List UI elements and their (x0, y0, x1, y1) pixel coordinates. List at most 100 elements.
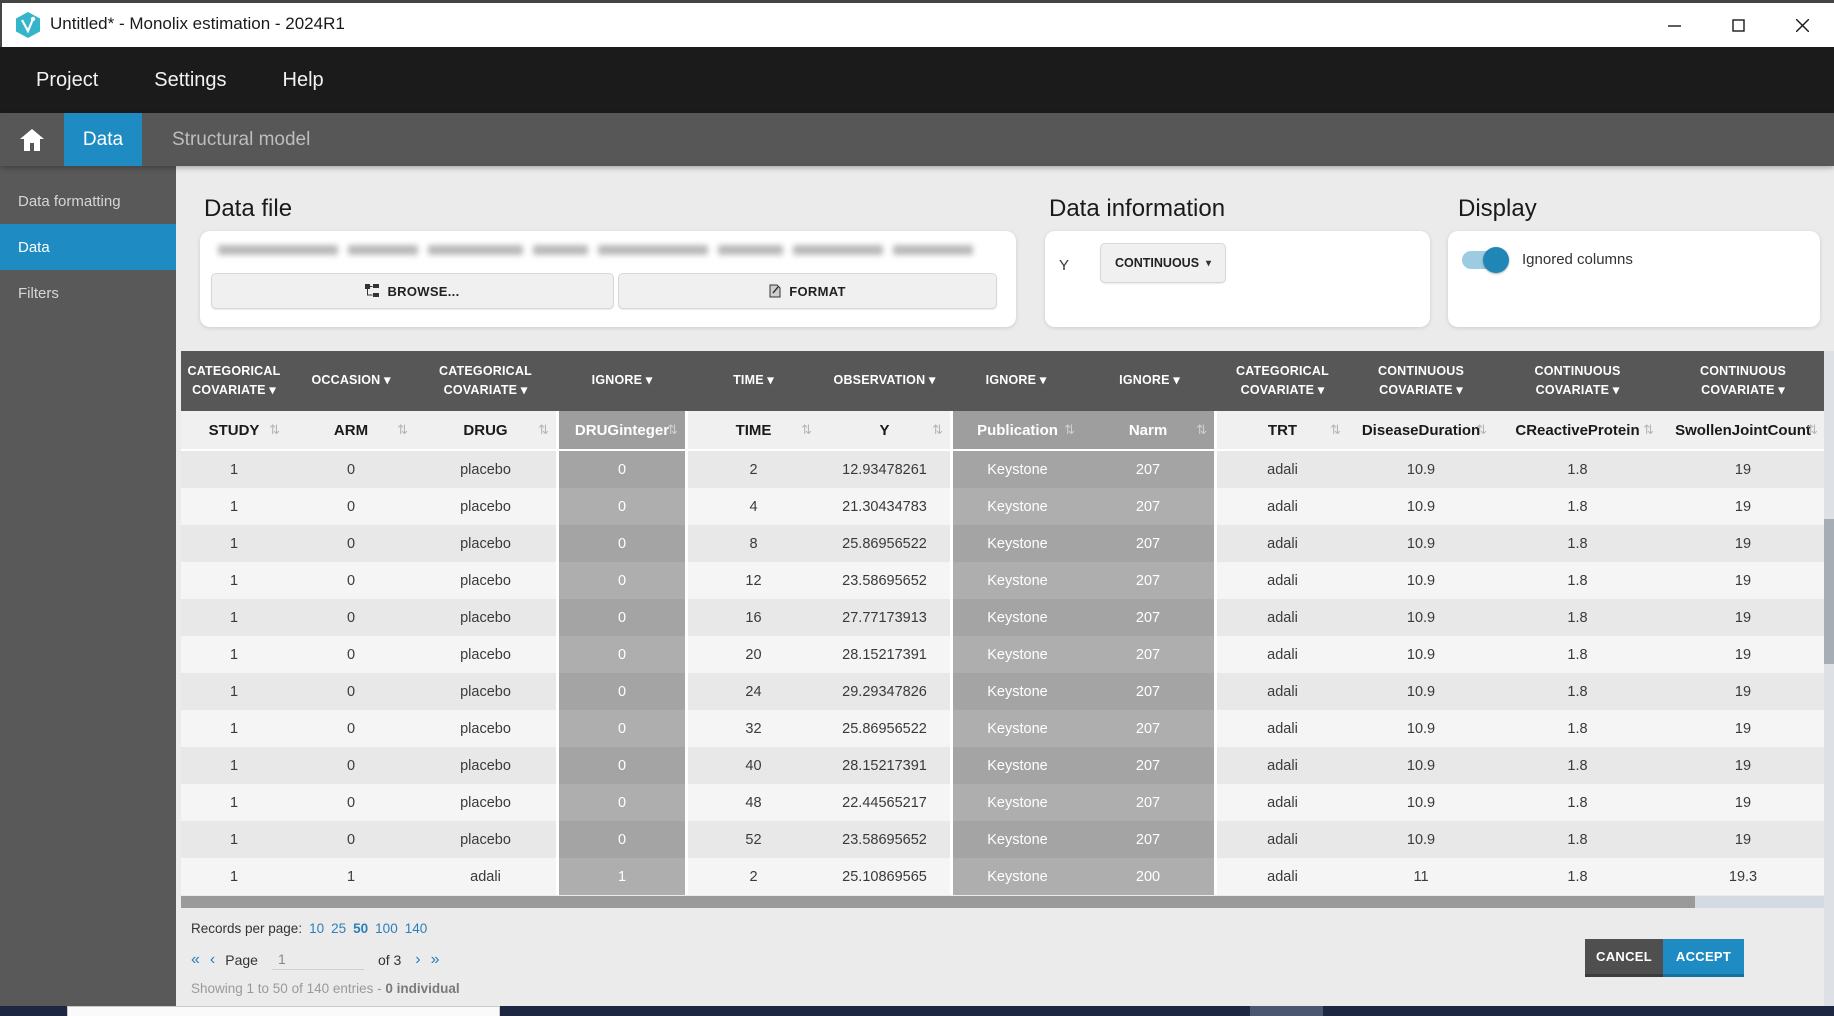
sidebar-item-filters[interactable]: Filters (0, 270, 176, 316)
last-page-button[interactable]: » (431, 951, 440, 969)
page-size-140[interactable]: 140 (405, 921, 428, 936)
cell-DiseaseDuration: 10.9 (1348, 636, 1494, 673)
column-header-Publication[interactable]: Publication⇅ (950, 411, 1082, 451)
sort-icon[interactable]: ⇅ (1643, 422, 1654, 438)
column-header-ARM[interactable]: ARM⇅ (287, 411, 415, 451)
column-type-dropdown[interactable]: CONTINUOUSCOVARIATE ▾ (1661, 351, 1825, 411)
cell-DRUG: placebo (415, 747, 556, 784)
sort-icon[interactable]: ⇅ (397, 422, 408, 438)
y-type-dropdown[interactable]: CONTINUOUS ▾ (1100, 243, 1226, 283)
monolix-logo-icon (14, 11, 42, 39)
sort-icon[interactable]: ⇅ (1807, 422, 1818, 438)
sidebar: Data formatting Data Filters (0, 166, 176, 1006)
column-name-row: STUDY⇅ARM⇅DRUG⇅DRUGinteger⇅TIME⇅Y⇅Public… (181, 411, 1825, 451)
cell-SwollenJointCount: 19 (1661, 821, 1825, 858)
column-type-dropdown[interactable]: IGNORE ▾ (1082, 351, 1217, 411)
cancel-button[interactable]: CANCEL (1585, 939, 1663, 977)
column-header-Y[interactable]: Y⇅ (819, 411, 950, 451)
vertical-scrollbar[interactable] (1824, 351, 1834, 1006)
sort-icon[interactable]: ⇅ (1476, 422, 1487, 438)
column-header-Narm[interactable]: Narm⇅ (1082, 411, 1217, 451)
sort-icon[interactable]: ⇅ (1196, 422, 1207, 438)
cell-TRT: adali (1217, 636, 1348, 673)
cell-TIME: 4 (688, 488, 819, 525)
column-header-TIME[interactable]: TIME⇅ (688, 411, 819, 451)
horizontal-scrollbar[interactable] (181, 896, 1825, 908)
column-type-dropdown[interactable]: CONTINUOUSCOVARIATE ▾ (1494, 351, 1661, 411)
tab-data[interactable]: Data (64, 113, 142, 166)
cell-Publication: Keystone (950, 710, 1082, 747)
close-button[interactable] (1770, 3, 1834, 47)
cell-STUDY: 1 (181, 858, 287, 895)
page-input[interactable] (272, 949, 364, 970)
format-document-icon (769, 284, 781, 298)
cell-TIME: 24 (688, 673, 819, 710)
individual-count: 0 individual (385, 981, 459, 996)
cell-Publication: Keystone (950, 747, 1082, 784)
menu-settings[interactable]: Settings (154, 69, 226, 92)
data-file-title: Data file (204, 195, 292, 223)
sort-icon[interactable]: ⇅ (801, 422, 812, 438)
format-button[interactable]: FORMAT (618, 273, 997, 309)
cell-CReactiveProtein: 1.8 (1494, 747, 1661, 784)
column-header-TRT[interactable]: TRT⇅ (1217, 411, 1348, 451)
cell-Y: 21.30434783 (819, 488, 950, 525)
first-page-button[interactable]: « (191, 951, 200, 969)
horizontal-scrollbar-thumb[interactable] (181, 896, 1695, 908)
column-type-dropdown[interactable]: IGNORE ▾ (950, 351, 1082, 411)
maximize-button[interactable] (1706, 3, 1770, 47)
cell-SwollenJointCount: 19 (1661, 488, 1825, 525)
vertical-scrollbar-thumb[interactable] (1824, 519, 1834, 664)
accept-button[interactable]: ACCEPT (1663, 939, 1744, 977)
ignored-columns-label: Ignored columns (1522, 251, 1633, 268)
sort-icon[interactable]: ⇅ (932, 422, 943, 438)
cell-Narm: 207 (1082, 784, 1217, 821)
home-button[interactable] (0, 113, 64, 166)
column-type-dropdown[interactable]: CATEGORICALCOVARIATE ▾ (181, 351, 287, 411)
column-type-dropdown[interactable]: OBSERVATION ▾ (819, 351, 950, 411)
column-header-STUDY[interactable]: STUDY⇅ (181, 411, 287, 451)
column-type-dropdown[interactable]: TIME ▾ (688, 351, 819, 411)
ignored-columns-toggle[interactable] (1462, 251, 1506, 269)
cell-DRUG: placebo (415, 673, 556, 710)
browse-button[interactable]: BROWSE... (211, 273, 614, 309)
sort-icon[interactable]: ⇅ (538, 422, 549, 438)
column-header-SwollenJointCount[interactable]: SwollenJointCount⇅ (1661, 411, 1825, 451)
column-type-dropdown[interactable]: CONTINUOUSCOVARIATE ▾ (1348, 351, 1494, 411)
sort-icon[interactable]: ⇅ (1330, 422, 1341, 438)
column-header-CReactiveProtein[interactable]: CReactiveProtein⇅ (1494, 411, 1661, 451)
sidebar-item-data[interactable]: Data (0, 224, 176, 270)
column-type-dropdown[interactable]: CATEGORICALCOVARIATE ▾ (415, 351, 556, 411)
table-row: 10placebo0825.86956522Keystone207adali10… (181, 525, 1825, 562)
column-header-DRUG[interactable]: DRUG⇅ (415, 411, 556, 451)
cell-STUDY: 1 (181, 599, 287, 636)
minimize-button[interactable] (1642, 3, 1706, 47)
page-size-10[interactable]: 10 (309, 921, 324, 936)
prev-page-button[interactable]: ‹ (210, 951, 215, 969)
cell-Narm: 207 (1082, 710, 1217, 747)
menu-project[interactable]: Project (36, 69, 98, 92)
sort-icon[interactable]: ⇅ (1064, 422, 1075, 438)
column-type-dropdown[interactable]: IGNORE ▾ (556, 351, 688, 411)
browse-tree-icon (365, 284, 379, 298)
sort-icon[interactable]: ⇅ (269, 422, 280, 438)
column-header-DRUGinteger[interactable]: DRUGinteger⇅ (556, 411, 688, 451)
tab-structural-model[interactable]: Structural model (172, 113, 310, 166)
sidebar-item-data-formatting[interactable]: Data formatting (0, 178, 176, 224)
column-header-DiseaseDuration[interactable]: DiseaseDuration⇅ (1348, 411, 1494, 451)
menu-help[interactable]: Help (283, 69, 324, 92)
cell-TIME: 20 (688, 636, 819, 673)
page-size-50[interactable]: 50 (353, 921, 368, 936)
cell-DRUGinteger: 1 (556, 858, 688, 895)
pagination: « ‹ Page of 3 › » (191, 949, 450, 970)
cell-ARM: 0 (287, 673, 415, 710)
page-size-25[interactable]: 25 (331, 921, 346, 936)
column-type-dropdown[interactable]: OCCASION ▾ (287, 351, 415, 411)
next-page-button[interactable]: › (415, 951, 420, 969)
sort-icon[interactable]: ⇅ (667, 422, 678, 438)
page-size-100[interactable]: 100 (375, 921, 398, 936)
table-row: 10placebo0421.30434783Keystone207adali10… (181, 488, 1825, 525)
table-row: 10placebo02429.29347826Keystone207adali1… (181, 673, 1825, 710)
column-type-dropdown[interactable]: CATEGORICALCOVARIATE ▾ (1217, 351, 1348, 411)
cell-STUDY: 1 (181, 821, 287, 858)
